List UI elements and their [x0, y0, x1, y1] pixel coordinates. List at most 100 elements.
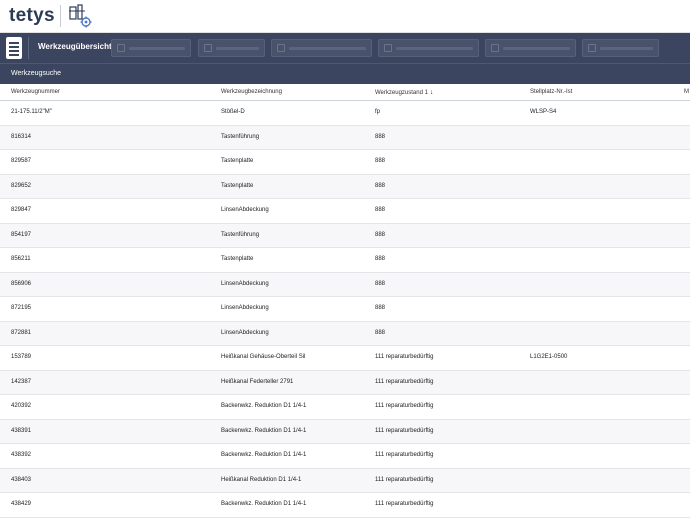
cell-werkzeugbezeichnung: Tastenplatte [221, 158, 254, 164]
table-row[interactable]: 142387 Heißkanal Federteller 2791 111 repa… [0, 370, 690, 395]
cell-werkzeugnummer: 142387 [11, 378, 32, 385]
column-header-label: Werkzeugzustand 1 [375, 90, 428, 96]
cell-werkzeugzustand: 111 reparaturbedürftig [375, 476, 434, 483]
cell-werkzeugnummer: 854197 [11, 231, 32, 238]
tab-werkzeugsuche[interactable]: Werkzeugsuche [11, 70, 61, 77]
table-row[interactable]: 438403 Heißkanal Reduktion D1 1/4-1 111 re… [0, 468, 690, 493]
cell-werkzeugzustand: 888 [375, 329, 386, 336]
toolbar-button-3[interactable] [271, 39, 372, 57]
cell-werkzeugbezeichnung: Heißkanal Reduktion D1 1/4-1 [221, 476, 302, 483]
cell-werkzeugbezeichnung: Tastenplatte [221, 256, 254, 262]
cell-werkzeugbezeichnung: LinsenAbdeckung [221, 280, 269, 287]
table-row[interactable]: 153789 Heißkanal Gehäuse-Oberteil Sil 111 … [0, 346, 690, 371]
sub-navigation: Werkzeugsuche [0, 63, 690, 84]
cell-werkzeugnummer: 856211 [11, 256, 31, 262]
cell-stellplatz: WLSP-S4 [530, 109, 557, 115]
cell-werkzeugbezeichnung: Heißkanal Gehäuse-Oberteil Sil [221, 354, 306, 360]
table-row[interactable]: 438392 Backenwkz. Reduktion D1 1/4-1 111 r… [0, 444, 690, 469]
table-row[interactable]: 872881 LinsenAbdeckung 888 [0, 321, 690, 346]
toolbar-button-6[interactable] [582, 39, 659, 57]
cell-werkzeugbezeichnung: Heißkanal Federteller 2791 [221, 378, 294, 385]
cell-werkzeugbezeichnung: Stößel-D [221, 109, 245, 115]
cell-werkzeugnummer: 420392 [11, 403, 32, 409]
table-body: 21-175.11/2"M" Stößel-D fp WLSP-S4 816314 Tas… [0, 101, 690, 518]
cell-werkzeugnummer: 829652 [11, 182, 32, 189]
table-header: Werkzeugnummer Werkzeugbezeichnung Werkz… [0, 86, 690, 101]
cell-werkzeugbezeichnung: LinsenAbdeckung [221, 207, 269, 213]
tool-table: Werkzeugnummer Werkzeugbezeichnung Werkz… [0, 86, 690, 518]
cell-werkzeugzustand: 111 reparaturbedürftig [375, 403, 434, 409]
cell-werkzeugzustand: 888 [375, 231, 386, 238]
cell-werkzeugzustand: 111 reparaturbedürftig [375, 452, 434, 458]
cell-werkzeugbezeichnung: Backenwkz. Reduktion D1 1/4-1 [221, 501, 307, 507]
top-header: tetys [0, 0, 690, 33]
cell-werkzeugnummer: 438392 [11, 452, 32, 458]
cell-werkzeugzustand: 111 reparaturbedürftig [375, 501, 434, 507]
table-row[interactable]: 872195 LinsenAbdeckung 888 [0, 297, 690, 322]
disabled-icon [117, 44, 125, 52]
main-toolbar: Werkzeugübersicht [0, 33, 690, 63]
copy-icon [588, 44, 596, 52]
cell-werkzeugnummer: 816314 [11, 133, 32, 140]
table-row[interactable]: 21-175.11/2"M" Stößel-D fp WLSP-S4 [0, 101, 690, 126]
document-icon [384, 44, 392, 52]
column-header-werkzeugzustand[interactable]: Werkzeugzustand 1 ↓ [375, 89, 433, 96]
machine-tool-gear-icon[interactable] [67, 3, 93, 29]
table-row[interactable]: 438429 Backenwkz. Reduktion D1 1/4-1 111 r… [0, 493, 690, 518]
cell-werkzeugzustand: 888 [375, 182, 386, 189]
cell-werkzeugbezeichnung: Backenwkz. Reduktion D1 1/4-1 [221, 403, 307, 409]
table-row[interactable]: 829587 Tastenplatte 888 [0, 150, 690, 175]
cell-werkzeugzustand: 888 [375, 280, 386, 287]
column-header-werkzeugbezeichnung[interactable]: Werkzeugbezeichnung [221, 89, 282, 95]
toolbar-divider [28, 37, 29, 59]
cell-werkzeugbezeichnung: Tastenführung [221, 133, 260, 140]
app-logo[interactable]: tetys [9, 5, 55, 27]
toolbar-button-1[interactable] [111, 39, 191, 57]
cell-werkzeugnummer: 872195 [11, 305, 32, 311]
cell-werkzeugzustand: 888 [375, 158, 386, 164]
cell-werkzeugnummer: 438403 [11, 476, 32, 483]
cell-werkzeugzustand: 888 [375, 133, 386, 140]
cell-werkzeugzustand: 111 reparaturbedürftig [375, 354, 434, 360]
document-icon [491, 44, 499, 52]
cell-werkzeugzustand: 888 [375, 207, 386, 213]
cell-werkzeugzustand: 888 [375, 256, 386, 262]
cell-werkzeugbezeichnung: Tastenplatte [221, 182, 254, 189]
list-menu-icon[interactable] [6, 37, 22, 59]
toolbar-button-2[interactable] [198, 39, 265, 57]
table-row[interactable]: 816314 Tastenführung 888 [0, 125, 690, 150]
table-row[interactable]: 420392 Backenwkz. Reduktion D1 1/4-1 111 r… [0, 395, 690, 420]
header-divider [60, 5, 61, 27]
cell-stellplatz: L1G2E1-0500 [530, 354, 568, 360]
cell-werkzeugzustand: 111 reparaturbedürftig [375, 427, 434, 434]
cell-werkzeugzustand: 888 [375, 305, 386, 311]
table-row[interactable]: 854197 Tastenführung 888 [0, 223, 690, 248]
tools-icon [204, 44, 212, 52]
cell-werkzeugbezeichnung: Tastenführung [221, 231, 260, 238]
cell-werkzeugnummer: 153789 [11, 354, 32, 360]
cell-werkzeugzustand: 111 reparaturbedürftig [375, 378, 434, 385]
sort-descending-icon[interactable]: ↓ [430, 89, 434, 96]
cell-werkzeugbezeichnung: Backenwkz. Reduktion D1 1/4-1 [221, 452, 307, 458]
column-header-m[interactable]: M [684, 89, 689, 95]
cell-werkzeugnummer: 829847 [11, 207, 32, 213]
cell-werkzeugnummer: 856906 [11, 280, 32, 287]
cell-werkzeugnummer: 438429 [11, 501, 32, 507]
cell-werkzeugzustand: fp [375, 109, 381, 115]
cell-werkzeugnummer: 21-175.11/2"M" [11, 109, 52, 115]
cell-werkzeugbezeichnung: LinsenAbdeckung [221, 305, 269, 311]
table-row[interactable]: 829847 LinsenAbdeckung 888 [0, 199, 690, 224]
table-row[interactable]: 856906 LinsenAbdeckung 888 [0, 272, 690, 297]
column-header-werkzeugnummer[interactable]: Werkzeugnummer [11, 89, 60, 95]
cell-werkzeugbezeichnung: Backenwkz. Reduktion D1 1/4-1 [221, 427, 307, 434]
cell-werkzeugbezeichnung: LinsenAbdeckung [221, 329, 269, 336]
toolbar-button-5[interactable] [485, 39, 576, 57]
cell-werkzeugnummer: 438391 [11, 427, 32, 434]
table-row[interactable]: 856211 Tastenplatte 888 [0, 248, 690, 273]
table-row[interactable]: 438391 Backenwkz. Reduktion D1 1/4-1 111 r… [0, 419, 690, 444]
page-title: Werkzeugübersicht [38, 42, 112, 51]
toolbar-button-4[interactable] [378, 39, 479, 57]
table-row[interactable]: 829652 Tastenplatte 888 [0, 174, 690, 199]
column-header-stellplatz[interactable]: Stellplatz-Nr.-Ist [530, 89, 572, 95]
cell-werkzeugnummer: 829587 [11, 158, 32, 164]
